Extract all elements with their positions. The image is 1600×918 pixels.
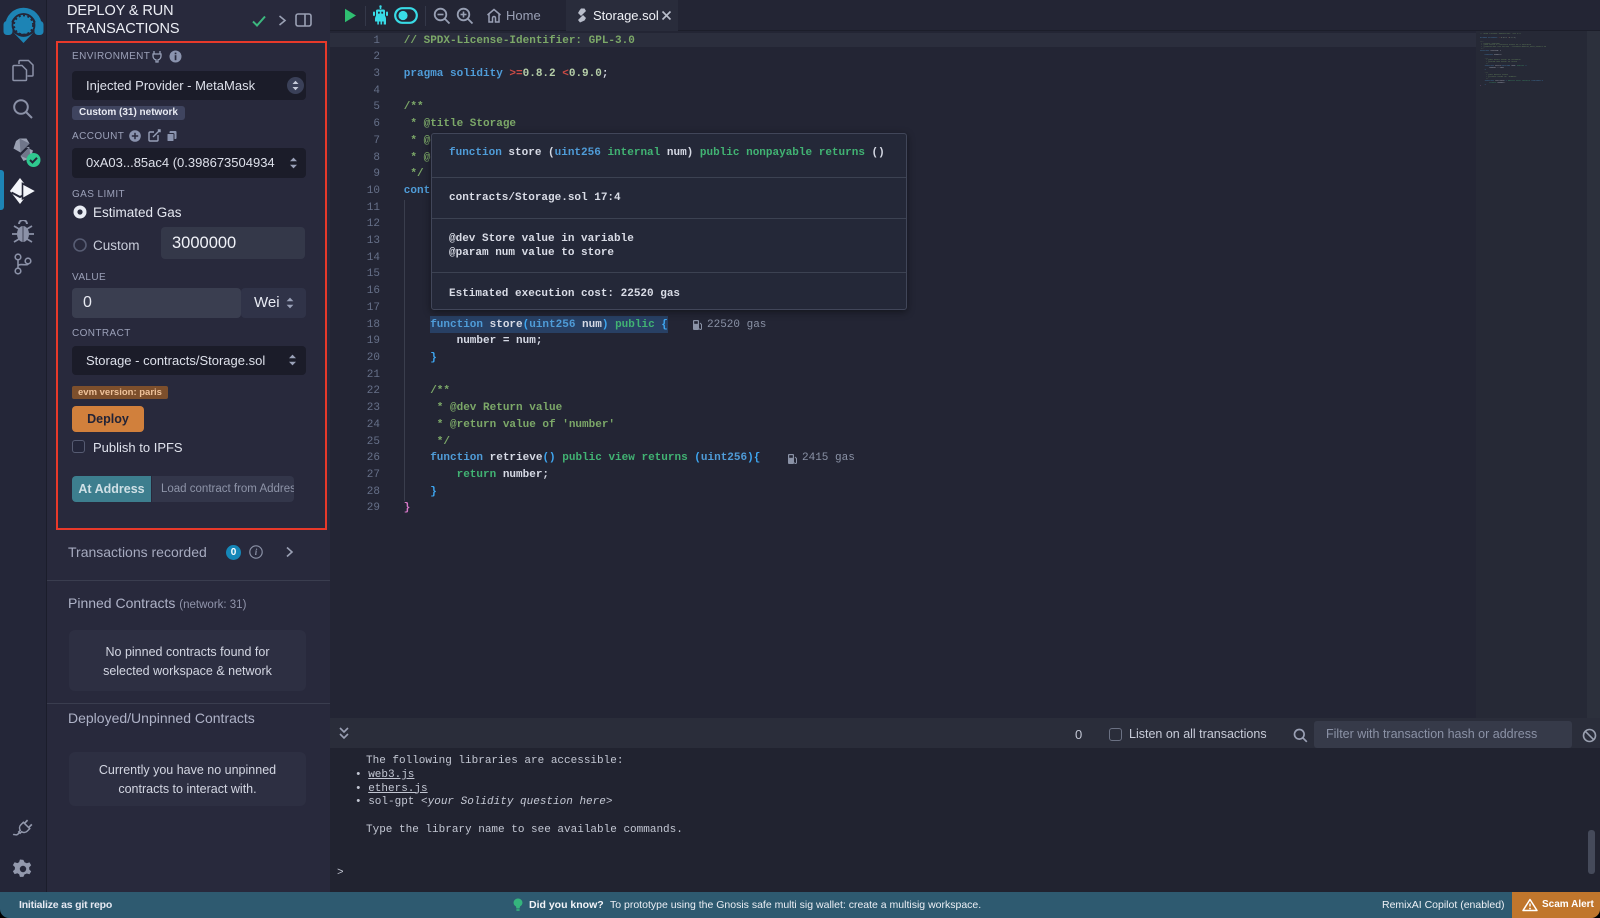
svg-text:i: i (255, 547, 258, 557)
